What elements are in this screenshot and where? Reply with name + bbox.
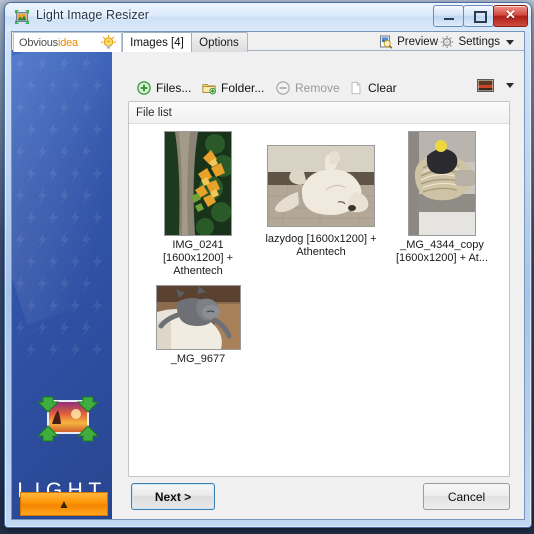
branding-sidebar: LIGHT IMAGE RESIZER ▲ xyxy=(12,50,112,519)
chevron-down-icon xyxy=(506,36,514,48)
obviousidea-logo[interactable]: Obviousidea xyxy=(13,32,122,52)
minimize-icon xyxy=(443,18,454,20)
file-list-body[interactable]: IMG_0241 [1600x1200] + Athentech lazydog… xyxy=(129,123,509,476)
file-list-groupbox: File list IMG_0241 [1600x1200] + Athente… xyxy=(128,101,510,477)
list-item[interactable]: _MG_4344_copy [1600x1200] + At... xyxy=(387,131,497,279)
chevron-up-icon: ▲ xyxy=(58,497,70,511)
coiled-rope-thumbnail xyxy=(408,131,476,236)
tab-images[interactable]: Images [4] xyxy=(122,32,192,52)
grey-cat-on-cushion-thumbnail xyxy=(155,285,241,350)
add-files-button[interactable]: Files... xyxy=(132,76,196,100)
settings-label: Settings xyxy=(458,35,500,48)
add-circle-green-icon xyxy=(137,81,151,95)
sidebar-collapse-button[interactable]: ▲ xyxy=(20,492,108,516)
add-folder-icon xyxy=(202,84,216,95)
file-list-header: File list xyxy=(129,102,509,124)
toolbar: Files... Folder... Remove Clear xyxy=(112,69,524,105)
list-item-caption: _MG_9677 xyxy=(170,353,226,365)
language-flag-icon[interactable] xyxy=(477,79,494,92)
sidebar-sheen xyxy=(12,50,112,325)
main-content: Files... Folder... Remove Clear File lis… xyxy=(112,50,524,519)
tab-strip-divider xyxy=(246,50,524,51)
cancel-button[interactable]: Cancel xyxy=(423,483,510,510)
preview-label: Preview xyxy=(397,35,438,48)
lightbulb-icon xyxy=(100,34,117,49)
tab-options-label: Options xyxy=(199,36,239,49)
remove-label: Remove xyxy=(295,81,340,95)
preview-page-icon xyxy=(380,35,393,49)
window-title: Light Image Resizer xyxy=(36,8,150,22)
application-window: Light Image Resizer ✕ LIGHT ▲ Files... F… xyxy=(4,2,532,528)
list-item[interactable]: lazydog [1600x1200] + Athentech xyxy=(257,131,385,279)
close-button[interactable]: ✕ xyxy=(493,5,528,27)
brand-text: Obviousidea xyxy=(19,37,78,49)
close-icon: ✕ xyxy=(505,7,516,22)
minimize-button[interactable] xyxy=(433,5,464,27)
remove-circle-icon xyxy=(276,81,290,95)
add-folder-label: Folder... xyxy=(221,81,265,95)
list-item-caption: lazydog [1600x1200] + Athentech xyxy=(265,233,377,258)
tab-strip: Obviousidea Images [4] Options Preview S… xyxy=(12,32,524,52)
list-item-caption: IMG_0241 [1600x1200] + Athentech xyxy=(162,239,234,277)
maximize-button[interactable] xyxy=(463,5,494,27)
clear-label: Clear xyxy=(368,81,397,95)
settings-button[interactable]: Settings xyxy=(440,33,514,50)
file-list-title: File list xyxy=(136,106,172,119)
brand-part-1: Obvious xyxy=(19,36,58,49)
title-bar[interactable]: Light Image Resizer ✕ xyxy=(5,3,531,31)
add-files-label: Files... xyxy=(156,81,192,95)
next-button[interactable]: Next > xyxy=(131,483,215,510)
list-item-caption: _MG_4344_copy [1600x1200] + At... xyxy=(395,239,489,264)
light-image-resizer-logo-icon xyxy=(38,396,98,442)
autumn-leaves-on-tree-thumbnail xyxy=(164,131,232,236)
tab-options[interactable]: Options xyxy=(190,32,248,52)
chevron-down-icon xyxy=(506,83,514,88)
dog-lying-on-back-thumbnail xyxy=(267,145,375,227)
blank-page-icon xyxy=(351,81,361,95)
language-dropdown-arrow[interactable] xyxy=(506,83,514,88)
add-folder-button[interactable]: Folder... xyxy=(197,76,269,100)
list-item[interactable]: _MG_9677 xyxy=(143,285,253,415)
maximize-icon xyxy=(473,11,487,23)
client-area: LIGHT IMAGE RESIZER ▲ Files... xyxy=(11,31,525,520)
gear-icon xyxy=(441,35,454,48)
list-item[interactable]: IMG_0241 [1600x1200] + Athentech xyxy=(143,131,253,279)
remove-button[interactable]: Remove xyxy=(271,76,345,100)
clear-button[interactable]: Clear xyxy=(344,76,402,100)
app-image-resize-icon xyxy=(15,10,29,24)
tab-images-label: Images [4] xyxy=(130,36,184,49)
brand-part-2: idea xyxy=(57,36,78,49)
preview-button[interactable]: Preview xyxy=(379,33,438,50)
